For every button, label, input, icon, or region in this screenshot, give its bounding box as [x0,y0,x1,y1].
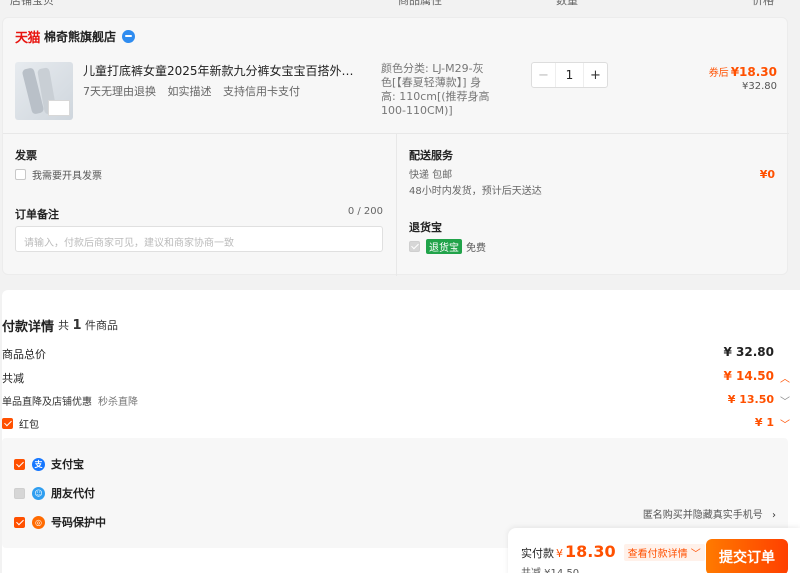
invoice-title: 发票 [15,149,37,162]
header-qty: 数量 [556,0,578,7]
number-protection-checkbox[interactable] [14,516,25,528]
redpacket-value: ¥ 1 [754,416,774,429]
service-number-protection[interactable]: ◎ 号码保护中 [14,514,106,530]
product-tags: 7天无理由退换 如实描述 支持信用卡支付 [83,83,308,99]
shipping-eta: 48小时内发货，预计后天送达 [409,186,542,197]
number-protection-note[interactable]: 匿名购买并隐藏真实手机号 › [643,506,776,521]
redpacket-checkbox[interactable] [2,418,13,429]
price-label: 券后 [708,68,729,79]
number-protection-label: 号码保护中 [51,516,106,529]
redpacket-label: 红包 [19,420,39,431]
service-friend-pay[interactable]: ☺ 朋友代付 [14,485,95,501]
shipping-fee: ¥0 [759,168,775,181]
price-original: ¥32.80 [742,81,777,92]
invoice-option-label: 我需要开具发票 [32,171,102,182]
friend-pay-icon: ☺ [32,486,45,500]
redpacket-row[interactable]: 红包 [2,416,39,431]
friend-pay-checkbox[interactable] [14,487,25,499]
friend-pay-label: 朋友代付 [51,487,95,500]
return-insurance-checkbox[interactable] [409,241,420,252]
footer-saved: 共减 ¥14.50 [521,564,579,573]
cart-item: 儿童打底裤女童2025年新款九分裤女宝宝百搭外穿女… 7天无理由退换 如实描述 … [3,52,789,134]
pay-amount-label: 实付款 [521,547,554,560]
total-value: ¥ 32.80 [723,345,774,359]
product-title[interactable]: 儿童打底裤女童2025年新款九分裤女宝宝百搭外穿女… [83,62,363,79]
chat-icon[interactable] [122,29,136,43]
product-attributes[interactable]: 颜色分类: LJ-M29-灰色[【春夏轻薄款】] 身高: 110cm[(推荐身高… [381,62,491,118]
chevron-down-icon[interactable]: ﹀ [780,393,790,408]
header-attr: 商品属性 [398,0,442,7]
payment-count: 共 1 件商品 [58,318,119,333]
return-insurance-title: 退货宝 [409,221,442,234]
header-price: 价格 [752,0,774,7]
chevron-down-icon[interactable]: ﹀ [780,416,790,431]
collapse-icon[interactable]: ︿ [780,370,790,385]
quantity-minus-button[interactable]: − [532,63,556,87]
return-insurance-price: 免费 [466,243,486,254]
header-goods: 店铺宝贝 [10,0,54,7]
price-now: 券后 ¥18.30 [709,64,777,79]
pay-currency: ¥ [556,547,563,560]
tmall-logo: 天猫 [15,30,41,46]
shield-icon: ◎ [32,515,45,529]
alipay-checkbox[interactable] [14,458,25,470]
store-discount-row: 单品直降及店铺优惠 秒杀直降 [2,393,138,408]
note-counter: 0 / 200 [347,206,383,217]
tag-return: 7天无理由退换 [83,85,156,98]
return-insurance-badge: 退货宝 [426,239,462,254]
price-now-value: ¥18.30 [730,65,777,79]
shipping-method: 快递 包邮 [409,170,453,181]
pay-amount: 实付款 ¥ 18.30 查看付款详情 ﹀ [521,542,705,561]
order-note-input[interactable]: 请输入，付款后商家可见，建议和商家协商一致 [15,226,383,252]
service-alipay[interactable]: 支 支付宝 [14,456,84,472]
column-headers: 店铺宝贝 商品属性 数量 价格 [0,0,800,7]
alipay-label: 支付宝 [51,458,84,471]
chevron-right-icon: › [772,510,776,521]
tag-credit: 支持信用卡支付 [223,85,300,98]
shipping-title: 配送服务 [409,149,453,162]
return-insurance-option[interactable]: 退货宝 免费 [409,239,486,254]
checkout-footer: 实付款 ¥ 18.30 查看付款详情 ﹀ 共减 ¥14.50 提交订单 [508,528,800,573]
alipay-icon: 支 [32,457,45,471]
invoice-checkbox[interactable] [15,169,26,180]
payment-title: 付款详情 [2,320,55,335]
note-title: 订单备注 [15,208,59,221]
store-discount-label: 单品直降及店铺优惠 [2,397,92,408]
store-discount-sub: 秒杀直降 [98,397,138,408]
product-thumbnail[interactable] [15,62,73,120]
view-payment-detail-button[interactable]: 查看付款详情 ﹀ [623,544,705,561]
total-label: 商品总价 [2,348,46,361]
quantity-plus-button[interactable]: + [583,63,607,87]
submit-order-button[interactable]: 提交订单 [706,539,788,573]
price-box: 券后 ¥18.30 ¥32.80 [709,64,777,92]
store-name[interactable]: 棉奇熊旗舰店 [44,28,116,45]
divider [396,133,397,276]
discount-label: 共减 [2,372,24,385]
discount-value: ¥ 14.50 [723,369,774,383]
order-card: 天猫 棉奇熊旗舰店 儿童打底裤女童2025年新款九分裤女宝宝百搭外穿女… 7天无… [2,17,789,276]
store-discount-value: ¥ 13.50 [727,393,774,406]
store-row[interactable]: 天猫 棉奇熊旗舰店 [15,26,136,46]
quantity-value[interactable]: 1 [556,63,583,87]
quantity-stepper: − 1 + [531,62,608,88]
invoice-option[interactable]: 我需要开具发票 [15,167,102,182]
pay-amount-value: 18.30 [565,542,616,561]
tag-describe: 如实描述 [167,85,212,98]
